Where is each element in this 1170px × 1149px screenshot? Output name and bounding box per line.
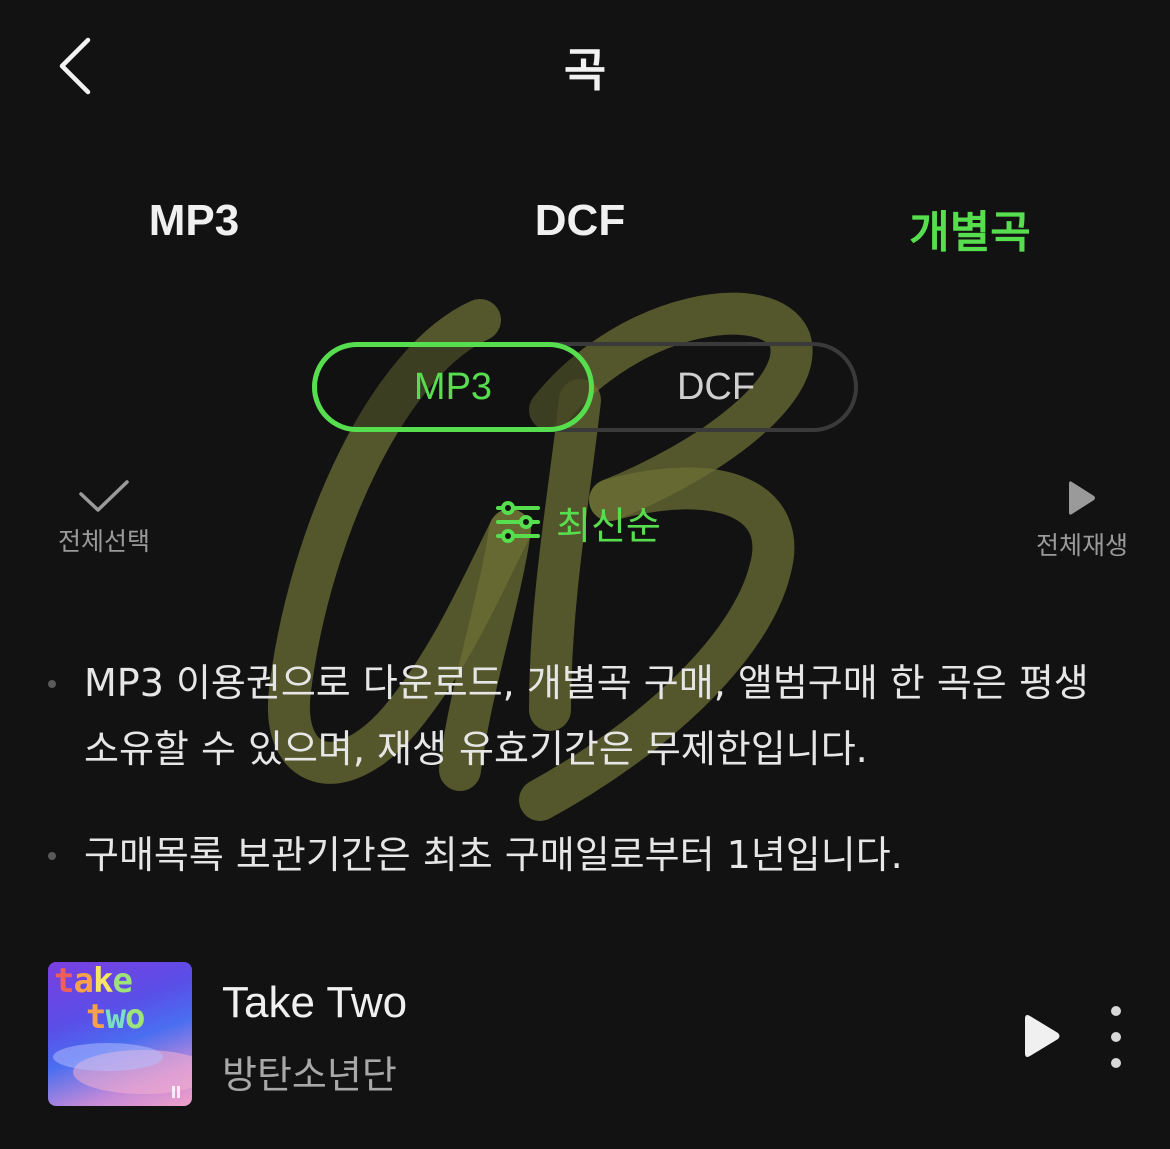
tab-mp3[interactable]: MP3: [64, 196, 324, 256]
segment-mp3[interactable]: MP3: [312, 342, 594, 432]
tab-dcf[interactable]: DCF: [450, 196, 710, 256]
check-icon: [79, 480, 129, 512]
track-artist: 방탄소년단: [222, 1053, 397, 1097]
sort-label: 최신순: [556, 503, 661, 548]
album-art-text-top: take: [54, 962, 133, 1001]
album-art-text-bottom: two: [86, 997, 145, 1037]
play-icon: [1025, 1015, 1060, 1057]
play-all-label: 전체재생: [1035, 531, 1128, 560]
notice-text: 구매목록 보관기간은 최초 구매일로부터 1년입니다.: [84, 833, 903, 877]
sort-sliders-icon: [496, 501, 540, 543]
track-play-button[interactable]: [1014, 1008, 1070, 1064]
bullet-dot: [48, 680, 56, 688]
page-title: 곡: [563, 43, 607, 97]
play-all-button[interactable]: 전체재생: [1022, 478, 1142, 562]
sort-button[interactable]: 최신순: [494, 494, 661, 550]
bullet-dot: [48, 852, 56, 860]
play-icon: [1069, 481, 1095, 515]
album-art[interactable]: take two: [48, 962, 192, 1106]
track-title[interactable]: Take Two: [222, 978, 407, 1028]
select-all-button[interactable]: 전체선택: [44, 478, 164, 558]
more-options-button[interactable]: [1096, 1006, 1136, 1068]
tab-individual-songs[interactable]: 개별곡: [840, 196, 1100, 257]
select-all-label: 전체선택: [57, 527, 150, 556]
notice-text: MP3 이용권으로 다운로드, 개별곡 구매, 앨범구매 한 곡은 평생 소유할…: [84, 661, 1089, 771]
more-vertical-icon: [1111, 1006, 1121, 1016]
segment-dcf[interactable]: DCF: [590, 342, 842, 432]
